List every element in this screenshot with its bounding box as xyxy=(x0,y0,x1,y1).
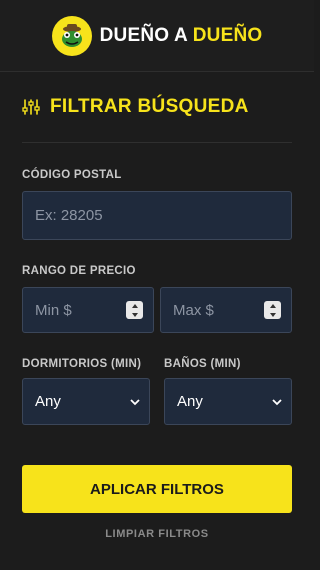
sliders-icon xyxy=(22,99,40,115)
filter-panel: FILTRAR BÚSQUEDA CÓDIGO POSTAL Ex: 28205… xyxy=(0,72,314,540)
clear-filters-link[interactable]: LIMPIAR FILTROS xyxy=(22,528,292,540)
site-header: DUEÑO A DUEÑO xyxy=(0,0,314,72)
filter-title: FILTRAR BÚSQUEDA xyxy=(50,96,249,117)
price-max-input[interactable]: Max $ xyxy=(160,287,292,333)
chevron-down-icon xyxy=(272,398,282,405)
price-range-label: RANGO DE PRECIO xyxy=(22,265,136,277)
bedrooms-label: DORMITORIOS (MIN) xyxy=(22,358,142,370)
price-max-placeholder: Max $ xyxy=(173,301,214,319)
bathrooms-value: Any xyxy=(177,393,203,410)
price-max-stepper[interactable] xyxy=(264,301,281,319)
apply-filters-button[interactable]: APLICAR FILTROS xyxy=(22,465,292,513)
bathrooms-label: BAÑOS (MIN) xyxy=(164,358,241,370)
stepper-up-icon[interactable] xyxy=(269,303,276,308)
brand-part-1: DUEÑO A xyxy=(99,24,188,46)
stepper-up-icon[interactable] xyxy=(131,303,138,308)
postal-code-label: CÓDIGO POSTAL xyxy=(22,169,122,181)
price-min-stepper[interactable] xyxy=(126,301,143,319)
brand-name[interactable]: DUEÑO A DUEÑO xyxy=(100,25,263,47)
postal-code-input[interactable]: Ex: 28205 xyxy=(22,191,292,240)
price-min-input[interactable]: Min $ xyxy=(22,287,154,333)
stepper-down-icon[interactable] xyxy=(269,312,276,317)
chevron-down-icon xyxy=(130,398,140,405)
frog-logo-icon[interactable] xyxy=(51,15,92,56)
brand-part-2: DUEÑO xyxy=(192,24,263,46)
price-min-placeholder: Min $ xyxy=(35,301,72,319)
filter-section-header: FILTRAR BÚSQUEDA xyxy=(22,72,292,143)
bedrooms-select[interactable]: Any xyxy=(22,378,150,425)
postal-code-placeholder: Ex: 28205 xyxy=(35,207,103,224)
bathrooms-select[interactable]: Any xyxy=(164,378,292,425)
stepper-down-icon[interactable] xyxy=(131,312,138,317)
bedrooms-value: Any xyxy=(35,393,61,410)
